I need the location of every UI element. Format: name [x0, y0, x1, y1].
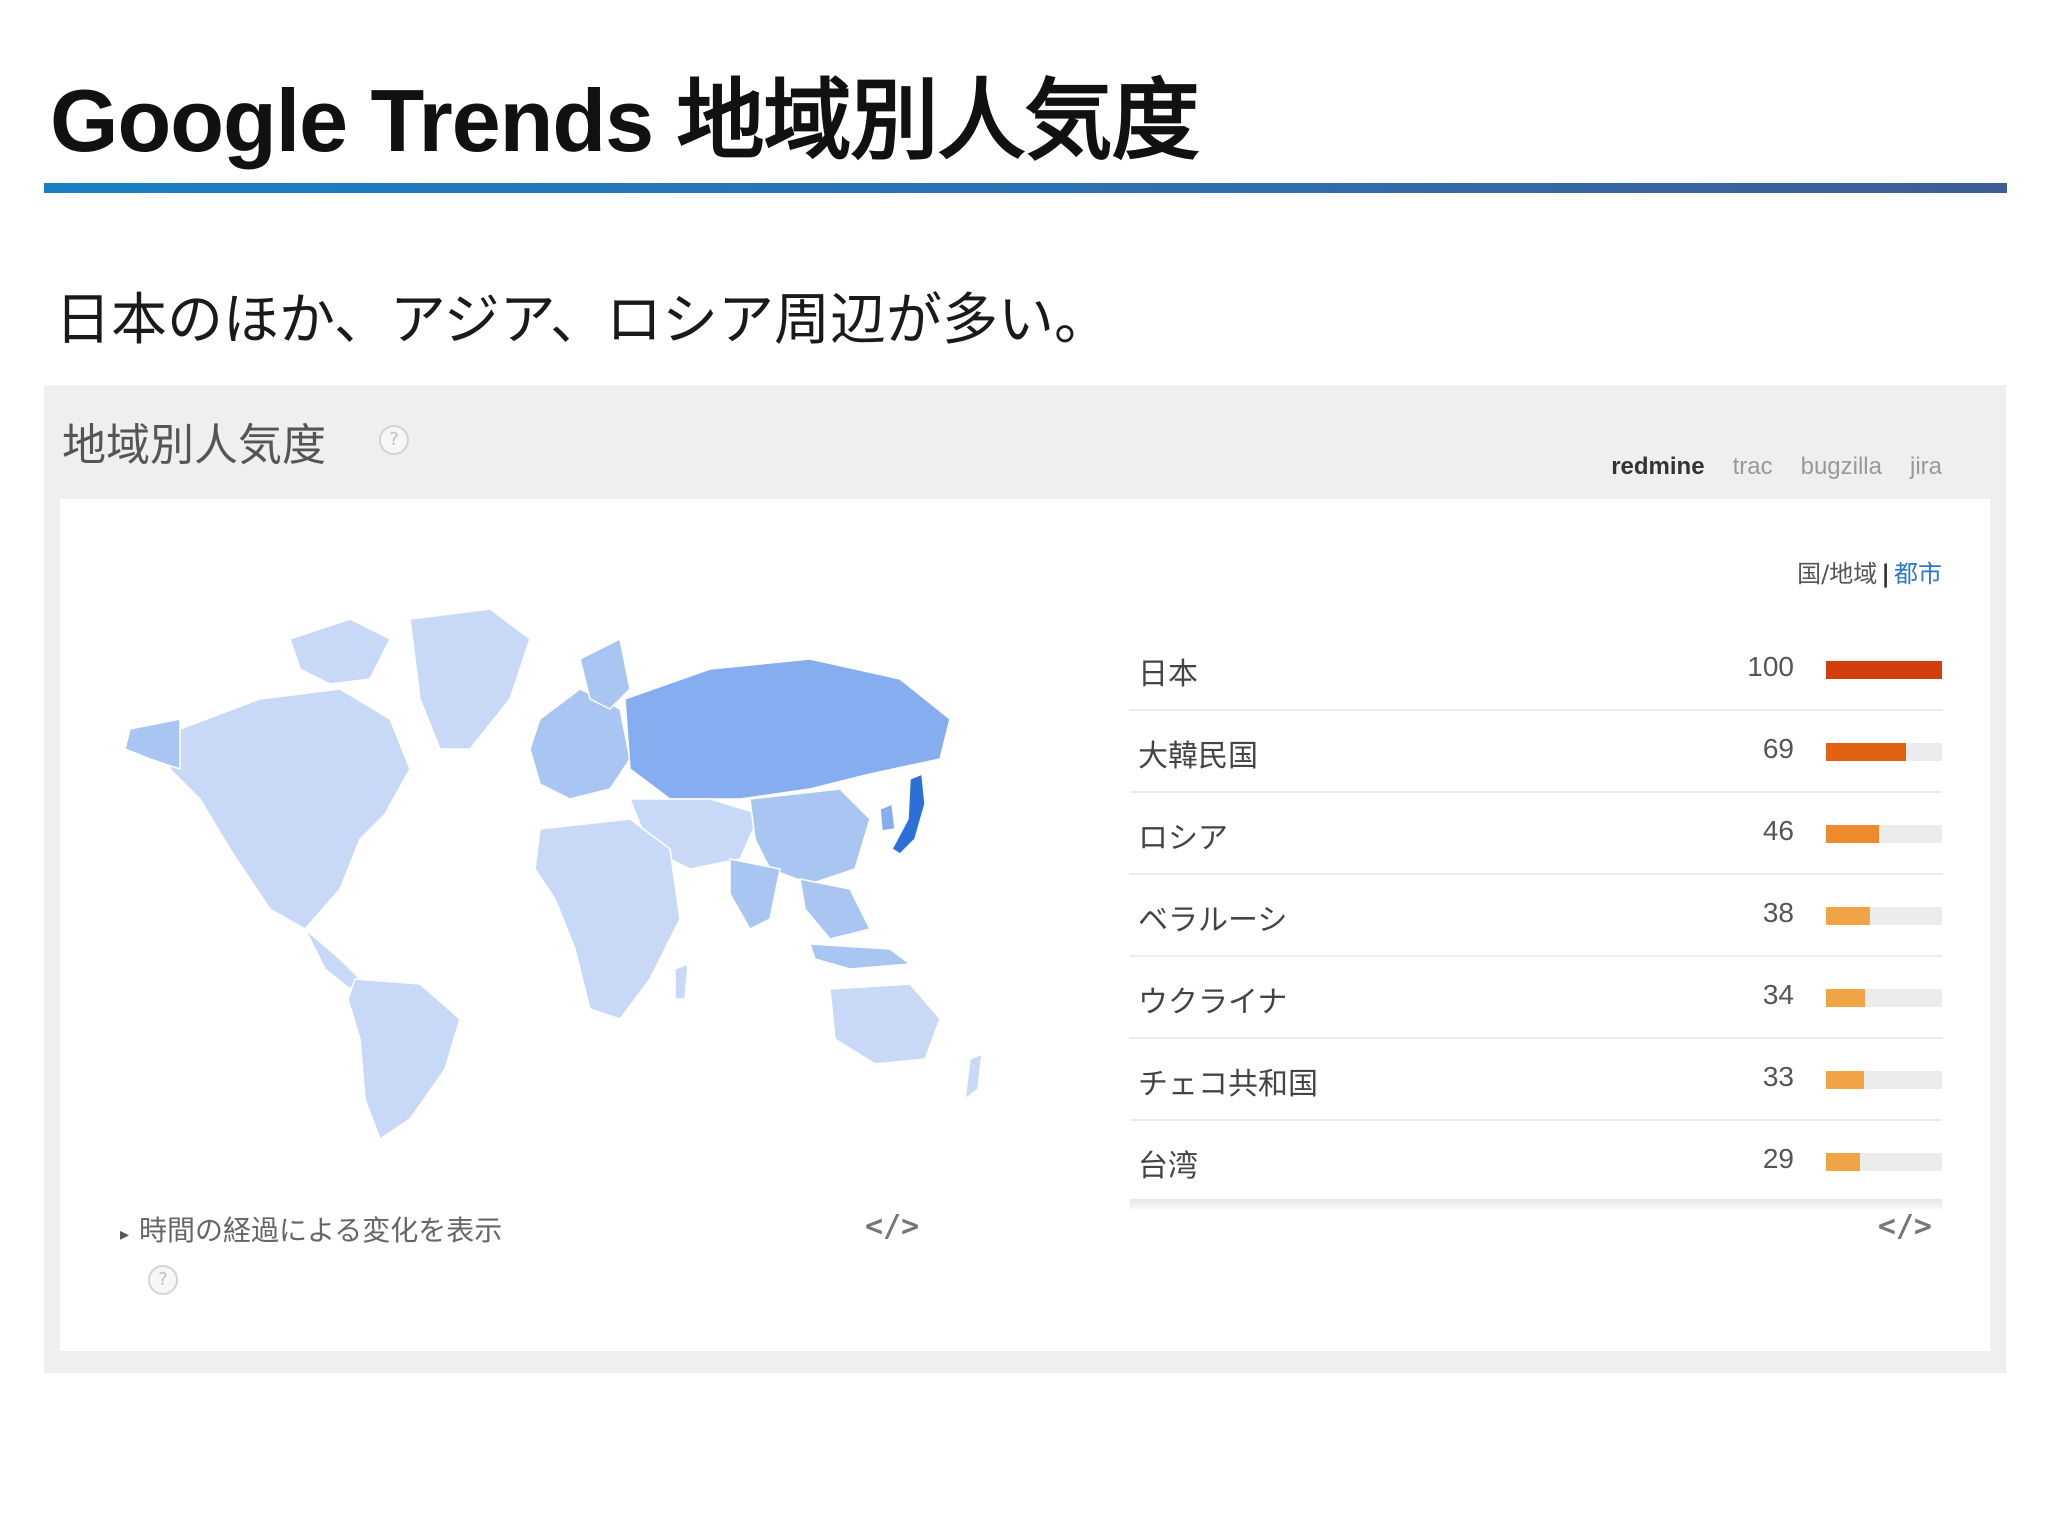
world-map[interactable] — [110, 599, 1000, 1141]
map-africa[interactable] — [534, 818, 681, 1020]
map-embed-icon[interactable]: </> — [865, 1209, 919, 1244]
map-north-america[interactable] — [169, 688, 411, 930]
world-map-svg — [124, 608, 983, 1141]
map-greenland[interactable] — [409, 608, 531, 750]
region-score: 69 — [1762, 733, 1794, 764]
region-name: ベラルーシ — [1138, 903, 1288, 938]
regional-card: ▸ 時間の経過による変化を表示 ? </> 国/地域 | 都市 日本 100 大韓民国 69… — [60, 499, 1990, 1351]
region-score: 46 — [1762, 815, 1794, 846]
map-central-america[interactable] — [304, 928, 362, 991]
score-bar-track — [1826, 989, 1942, 1007]
map-new-zealand[interactable] — [964, 1052, 983, 1101]
region-name: ロシア — [1138, 821, 1228, 856]
score-bar-track — [1826, 907, 1942, 925]
score-bar-track — [1826, 1071, 1942, 1089]
score-bar-fill — [1826, 661, 1942, 679]
ranking-list: 日本 100 大韓民国 69 ロシア 46 ベラルーシ 38 ウクライナ 34 チェコ共和国 33 台湾… — [1130, 629, 1942, 1203]
timeline-help-icon[interactable]: ? — [148, 1265, 178, 1295]
score-bar-fill — [1826, 1071, 1865, 1089]
map-arctic-islands[interactable] — [289, 618, 392, 685]
ranking-embed-icon[interactable]: </> — [1878, 1209, 1932, 1244]
region-score: 33 — [1762, 1061, 1794, 1092]
score-bar-fill — [1826, 743, 1907, 761]
map-alaska[interactable] — [124, 718, 181, 771]
toggle-separator: | — [1881, 560, 1890, 588]
map-europe[interactable] — [529, 688, 631, 800]
map-south-america[interactable] — [347, 978, 461, 1141]
expand-arrow-icon: ▸ — [120, 1224, 130, 1245]
ranking-row[interactable]: 日本 100 — [1130, 629, 1942, 711]
region-name: 日本 — [1138, 657, 1198, 692]
ranking-row[interactable]: チェコ共和国 33 — [1130, 1039, 1942, 1121]
score-bar-track — [1826, 661, 1942, 679]
ranking-list-footer — [1130, 1199, 1942, 1209]
region-name: チェコ共和国 — [1138, 1067, 1318, 1102]
help-icon[interactable]: ? — [379, 425, 409, 455]
tab-jira[interactable]: jira — [1896, 445, 1956, 505]
map-japan[interactable] — [891, 772, 926, 855]
tab-trac[interactable]: trac — [1719, 445, 1787, 505]
map-russia[interactable] — [624, 658, 951, 800]
ranking-row[interactable]: 台湾 29 — [1130, 1121, 1942, 1203]
ranking-row[interactable]: ベラルーシ 38 — [1130, 875, 1942, 957]
panel-title: 地域別人気度 — [62, 420, 326, 471]
regional-interest-panel: 地域別人気度 ? redmine trac bugzilla jira ▸ 時間… — [44, 385, 2006, 1373]
region-score: 38 — [1762, 897, 1794, 928]
region-score: 100 — [1747, 651, 1794, 682]
region-city-toggle: 国/地域 | 都市 — [1797, 554, 1942, 589]
toggle-country[interactable]: 国/地域 — [1797, 560, 1877, 588]
timeline-toggle[interactable]: ▸ 時間の経過による変化を表示 — [120, 1209, 502, 1249]
tab-redmine[interactable]: redmine — [1597, 445, 1719, 505]
ranking-row[interactable]: 大韓民国 69 — [1130, 711, 1942, 793]
map-southeast-asia[interactable] — [799, 878, 872, 940]
map-madagascar[interactable] — [674, 962, 689, 1000]
map-australia[interactable] — [829, 983, 941, 1065]
region-score: 34 — [1762, 979, 1794, 1010]
toggle-city[interactable]: 都市 — [1894, 560, 1942, 588]
title-divider — [44, 183, 2007, 193]
score-bar-track — [1826, 1153, 1942, 1171]
timeline-toggle-label: 時間の経過による変化を表示 — [139, 1214, 503, 1247]
region-name: ウクライナ — [1138, 985, 1288, 1020]
map-korea[interactable] — [879, 802, 896, 832]
score-bar-fill — [1826, 825, 1880, 843]
score-bar-track — [1826, 825, 1942, 843]
score-bar-fill — [1826, 1153, 1860, 1171]
ranking-row[interactable]: ウクライナ 34 — [1130, 957, 1942, 1039]
slide-subtitle: 日本のほか、アジア、ロシア周辺が多い。 — [55, 288, 1111, 353]
region-name: 大韓民国 — [1138, 739, 1258, 774]
term-tabs: redmine trac bugzilla jira — [1597, 445, 1956, 505]
ranking-row[interactable]: ロシア 46 — [1130, 793, 1942, 875]
tab-bugzilla[interactable]: bugzilla — [1787, 445, 1896, 505]
score-bar-fill — [1826, 989, 1866, 1007]
score-bar-track — [1826, 743, 1942, 761]
slide-title: Google Trends 地域別人気度 — [50, 71, 1200, 170]
map-south-asia[interactable] — [729, 858, 781, 930]
score-bar-fill — [1826, 907, 1871, 925]
region-name: 台湾 — [1138, 1149, 1198, 1184]
map-indonesia[interactable] — [808, 943, 913, 970]
region-score: 29 — [1762, 1143, 1794, 1174]
